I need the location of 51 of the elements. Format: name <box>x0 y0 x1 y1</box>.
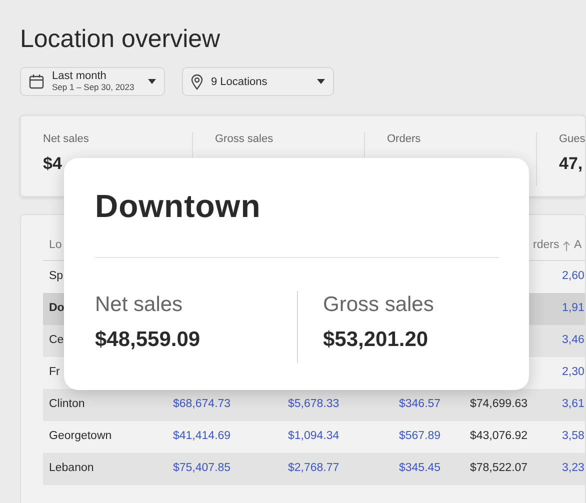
value-link[interactable]: $75,407.85 <box>173 462 231 474</box>
location-pin-icon <box>191 74 203 90</box>
popup-title: Downtown <box>95 187 262 226</box>
calendar-icon <box>29 74 44 89</box>
value-link[interactable]: $1,094.34 <box>288 430 340 442</box>
table-cell: Lebanon <box>49 462 94 474</box>
value-link[interactable]: 3,58 <box>562 430 584 442</box>
table-cell: $43,076.92 <box>470 430 528 442</box>
value-link[interactable]: $68,674.73 <box>173 398 231 410</box>
value-link[interactable]: $41,414.69 <box>173 430 231 442</box>
stat-label: Gues <box>559 132 585 146</box>
value-link[interactable]: $346.57 <box>399 398 441 410</box>
column-header[interactable]: Lo <box>49 238 62 251</box>
table-cell: Clinton <box>49 398 85 410</box>
table-cell: $78,522.07 <box>470 462 528 474</box>
metric-value: $53,201.20 <box>323 327 428 353</box>
metric-label: Gross sales <box>323 292 435 318</box>
sort-arrow-icon[interactable] <box>563 240 570 250</box>
caret-icon <box>148 79 156 84</box>
stat-label: Net sales <box>43 132 90 146</box>
stat-value: 47, <box>559 153 583 175</box>
value-link[interactable]: $567.89 <box>399 430 441 442</box>
table-cell: $74,699.63 <box>470 398 528 410</box>
value-link[interactable]: 3,23 <box>562 462 584 474</box>
table-row[interactable]: Clinton $68,674.73 $5,678.33 $346.57 $74,699.63 3,61 <box>43 389 585 421</box>
table-cell: Georgetown <box>49 430 112 442</box>
value-link[interactable]: 2,30 <box>562 366 584 378</box>
date-range-dropdown[interactable]: Last month Sep 1 – Sep 30, 2023 <box>20 67 165 96</box>
caret-icon <box>317 79 325 84</box>
value-link[interactable]: 1,91 <box>562 302 584 314</box>
value-link[interactable]: $2,768.77 <box>288 462 340 474</box>
value-link[interactable]: $5,678.33 <box>288 398 340 410</box>
location-dropdown[interactable]: 9 Locations <box>182 67 334 96</box>
table-cell: Fr <box>49 366 60 378</box>
page-title: Location overview <box>20 24 222 54</box>
value-link[interactable]: 3,46 <box>562 334 584 346</box>
value-link[interactable]: 2,60 <box>562 270 584 282</box>
stat-label: Gross sales <box>215 132 274 146</box>
table-cell: Ce <box>49 334 64 346</box>
table-row[interactable]: Lebanon $75,407.85 $2,768.77 $345.45 $78,522.07 3,23 <box>43 453 585 485</box>
value-link[interactable]: 3,61 <box>562 398 584 410</box>
column-header[interactable]: A <box>574 238 582 251</box>
metric-value: $48,559.09 <box>95 327 200 353</box>
table-cell: Do <box>49 302 64 314</box>
metric-label: Net sales <box>95 292 184 318</box>
stat-label: Orders <box>387 132 422 146</box>
table-row[interactable]: Georgetown $41,414.69 $1,094.34 $567.89 $43,076.92 3,58 <box>43 421 585 453</box>
stat-value: $4 <box>43 153 62 175</box>
value-link[interactable]: $345.45 <box>399 462 441 474</box>
column-header[interactable]: rders <box>533 236 560 254</box>
table-cell: Sp <box>49 270 64 282</box>
